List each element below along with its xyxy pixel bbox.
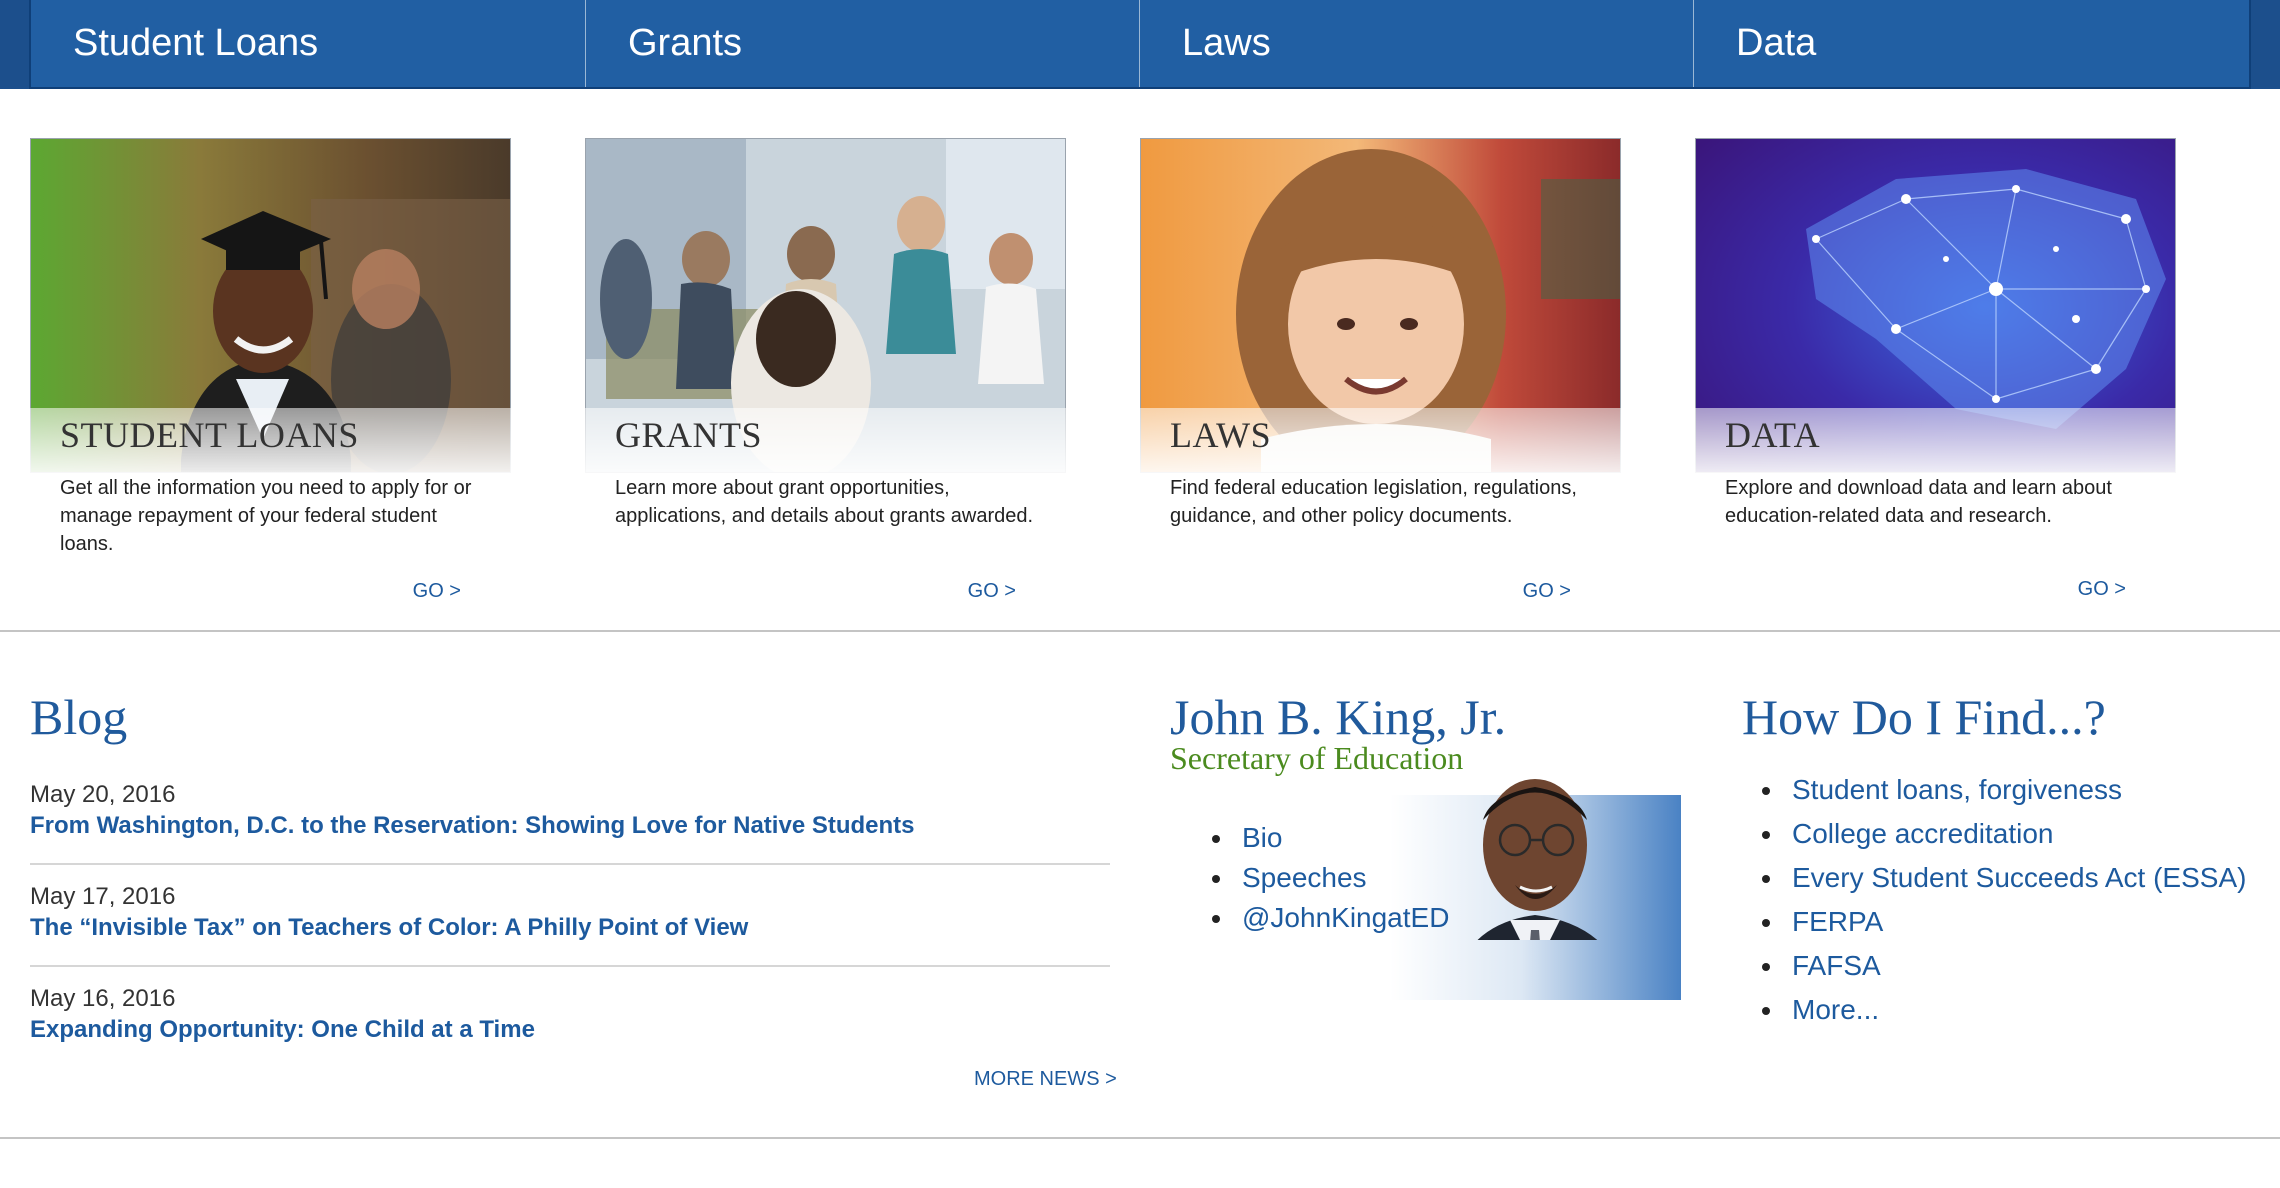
nav-tab-data[interactable]: Data bbox=[1694, 0, 2249, 87]
go-link[interactable]: GO > bbox=[968, 580, 1016, 603]
list-item: FERPA bbox=[1760, 900, 2246, 944]
go-link[interactable]: GO > bbox=[1523, 580, 1571, 603]
more-news-link[interactable]: MORE NEWS > bbox=[974, 1068, 1117, 1091]
secretary-title: Secretary of Education bbox=[1170, 740, 1464, 776]
top-navigation: Student Loans Grants Laws Data bbox=[0, 0, 2280, 89]
list-item: Student loans, forgiveness bbox=[1760, 768, 2246, 812]
card-student-loans: STUDENT LOANS Get all the information yo… bbox=[30, 138, 511, 602]
find-heading: How Do I Find...? bbox=[1742, 689, 2106, 745]
nav-tab-student-loans[interactable]: Student Loans bbox=[31, 0, 585, 87]
find-link-fafsa[interactable]: FAFSA bbox=[1792, 950, 1881, 981]
card-description: Find federal education legislation, regu… bbox=[1170, 477, 1577, 527]
find-links: Student loans, forgiveness College accre… bbox=[1760, 768, 2246, 1032]
card-data: DATA Explore and download data and learn… bbox=[1695, 138, 2176, 600]
nav-tab-grants[interactable]: Grants bbox=[586, 0, 1140, 87]
card-title: DATA bbox=[1725, 415, 1821, 455]
card-description: Explore and download data and learn abou… bbox=[1725, 477, 2112, 527]
go-link[interactable]: GO > bbox=[2078, 578, 2126, 601]
list-item: More... bbox=[1760, 988, 2246, 1032]
post-date: May 17, 2016 bbox=[30, 883, 176, 910]
post-date: May 16, 2016 bbox=[30, 985, 176, 1012]
find-link-accreditation[interactable]: College accreditation bbox=[1792, 818, 2054, 849]
find-link-more[interactable]: More... bbox=[1792, 994, 1879, 1025]
card-laws: LAWS Find federal education legislation,… bbox=[1140, 138, 1621, 602]
card-grants: GRANTS Learn more about grant opportunit… bbox=[585, 138, 1066, 602]
card-title: STUDENT LOANS bbox=[60, 415, 359, 455]
section-divider bbox=[0, 1137, 2280, 1139]
post-title-link[interactable]: Expanding Opportunity: One Child at a Ti… bbox=[30, 1014, 1110, 1046]
find-link-essa[interactable]: Every Student Succeeds Act (ESSA) bbox=[1792, 862, 2246, 893]
post-date: May 20, 2016 bbox=[30, 781, 176, 808]
find-link-ferpa[interactable]: FERPA bbox=[1792, 906, 1883, 937]
card-description: Learn more about grant opportunities, ap… bbox=[615, 477, 1034, 527]
speeches-link[interactable]: Speeches bbox=[1242, 862, 1367, 893]
card-title: LAWS bbox=[1170, 415, 1272, 455]
nav-right-edge bbox=[2249, 0, 2280, 89]
card-description: Get all the information you need to appl… bbox=[60, 477, 472, 555]
post-divider bbox=[30, 863, 1110, 865]
list-item: Speeches bbox=[1210, 858, 1449, 898]
blog-post: May 20, 2016 From Washington, D.C. to th… bbox=[30, 780, 1110, 842]
blog-post: May 16, 2016 Expanding Opportunity: One … bbox=[30, 984, 1110, 1046]
blog-post: May 17, 2016 The “Invisible Tax” on Teac… bbox=[30, 882, 1110, 944]
post-title-link[interactable]: The “Invisible Tax” on Teachers of Color… bbox=[30, 912, 1110, 944]
nav-tab-laws[interactable]: Laws bbox=[1140, 0, 1694, 87]
nav-left-edge bbox=[0, 0, 31, 89]
list-item: College accreditation bbox=[1760, 812, 2246, 856]
post-divider bbox=[30, 965, 1110, 967]
secretary-links: Bio Speeches @JohnKingatED bbox=[1210, 818, 1449, 938]
post-title-link[interactable]: From Washington, D.C. to the Reservation… bbox=[30, 810, 1110, 842]
blog-heading: Blog bbox=[30, 689, 128, 745]
find-link-student-loans[interactable]: Student loans, forgiveness bbox=[1792, 774, 2122, 805]
list-item: @JohnKingatED bbox=[1210, 898, 1449, 938]
section-divider bbox=[0, 630, 2280, 632]
list-item: Every Student Succeeds Act (ESSA) bbox=[1760, 856, 2246, 900]
list-item: Bio bbox=[1210, 818, 1449, 858]
list-item: FAFSA bbox=[1760, 944, 2246, 988]
go-link[interactable]: GO > bbox=[413, 580, 461, 603]
bio-link[interactable]: Bio bbox=[1242, 822, 1282, 853]
twitter-link[interactable]: @JohnKingatED bbox=[1242, 902, 1449, 933]
card-title: GRANTS bbox=[615, 415, 763, 455]
